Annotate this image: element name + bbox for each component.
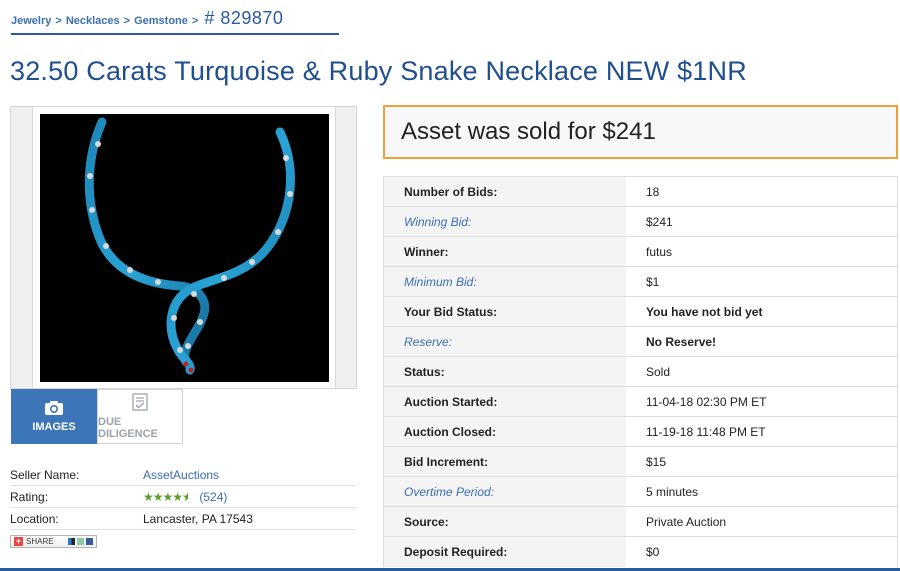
- detail-label: Winning Bid:: [384, 207, 626, 236]
- detail-value: $0: [646, 545, 660, 559]
- breadcrumb-separator: >: [55, 15, 62, 27]
- facebook-icon: [85, 537, 93, 545]
- detail-label: Bid Increment:: [384, 447, 626, 476]
- detail-row: Status: Sold: [383, 357, 898, 387]
- detail-label: Your Bid Status:: [384, 297, 626, 326]
- detail-row: Source: Private Auction: [383, 507, 898, 537]
- image-container: [32, 107, 336, 388]
- detail-value: No Reserve!: [646, 334, 717, 349]
- detail-label: Reserve:: [384, 327, 626, 356]
- detail-row: Number of Bids: 18: [383, 177, 898, 207]
- detail-value: You have not bid yet: [646, 304, 763, 319]
- breadcrumb: Jewelry > Necklaces > Gemstone > # 82987…: [11, 8, 283, 29]
- share-label: SHARE: [26, 536, 54, 546]
- seller-name-link[interactable]: AssetAuctions: [143, 468, 219, 482]
- product-photo[interactable]: [40, 114, 329, 382]
- detail-row: Reserve: No Reserve!: [383, 327, 898, 357]
- detail-value: 11-19-18 11:48 PM ET: [646, 424, 766, 439]
- lot-number: # 829870: [204, 8, 284, 28]
- share-plus-icon: +: [14, 535, 23, 546]
- sold-banner: Asset was sold for $241: [383, 105, 898, 159]
- breadcrumb-underline: [11, 33, 339, 35]
- image-gallery: [10, 106, 357, 389]
- detail-value: $241: [646, 214, 673, 229]
- share-row: + SHARE: [10, 530, 356, 552]
- breadcrumb-gemstone[interactable]: Gemstone: [134, 15, 188, 27]
- detail-label: Status:: [384, 357, 626, 386]
- detail-row: Deposit Required: $0: [383, 537, 898, 567]
- seller-info: Seller Name: AssetAuctions Rating: ★★★★★…: [10, 464, 356, 552]
- detail-label: Winner:: [384, 237, 626, 266]
- detail-row: Bid Increment: $15: [383, 447, 898, 477]
- seller-rating-row: Rating: ★★★★★ (524): [10, 486, 356, 508]
- detail-row: Winning Bid: $241: [383, 207, 898, 237]
- seller-rating-label: Rating:: [10, 489, 49, 504]
- detail-value: Sold: [646, 364, 671, 379]
- detail-value: 11-04-18 02:30 PM ET: [646, 394, 767, 409]
- rating-stars-icon: ★★★★★: [143, 489, 189, 504]
- detail-row: Minimum Bid: $1: [383, 267, 898, 297]
- seller-location-value: Lancaster, PA 17543: [143, 511, 253, 526]
- delicious-icon: [67, 537, 75, 545]
- seller-location-row: Location: Lancaster, PA 17543: [10, 508, 356, 530]
- seller-name-label: Seller Name:: [10, 467, 80, 482]
- detail-row: Overtime Period: 5 minutes: [383, 477, 898, 507]
- detail-value: 18: [646, 184, 660, 199]
- auction-details-table: Number of Bids: 18 Winning Bid: $241 Winner:…: [383, 176, 898, 567]
- detail-label: Deposit Required:: [384, 537, 626, 567]
- detail-row: Your Bid Status: You have not bid yet: [383, 297, 898, 327]
- detail-value: Private Auction: [646, 514, 727, 529]
- tab-images[interactable]: IMAGES: [11, 389, 97, 444]
- detail-row: Auction Started: 11-04-18 02:30 PM ET: [383, 387, 898, 417]
- seller-location-label: Location:: [10, 511, 59, 526]
- breadcrumb-separator: >: [191, 15, 199, 27]
- digg-icon: [76, 537, 84, 545]
- detail-label: Overtime Period:: [384, 477, 626, 506]
- necklace-image: [84, 117, 295, 375]
- tab-due-diligence-label: DUE DILIGENCE: [98, 416, 158, 440]
- detail-row: Winner: futus: [383, 237, 898, 267]
- tab-due-diligence[interactable]: DUE DILIGENCE: [97, 389, 183, 444]
- detail-value: futus: [646, 244, 673, 259]
- detail-value: $15: [646, 454, 667, 469]
- camera-icon: [45, 401, 63, 415]
- detail-label: Auction Closed:: [384, 417, 626, 446]
- breadcrumb-necklaces[interactable]: Necklaces: [66, 15, 120, 27]
- breadcrumb-separator: >: [123, 15, 131, 27]
- detail-label: Source:: [384, 507, 626, 536]
- rating-count-link[interactable]: (524): [199, 490, 227, 504]
- breadcrumb-jewelry[interactable]: Jewelry: [11, 15, 51, 27]
- detail-label: Number of Bids:: [384, 177, 626, 206]
- tab-images-label: IMAGES: [32, 421, 76, 433]
- media-tabs: IMAGES DUE DILIGENCE: [11, 389, 183, 444]
- detail-label: Minimum Bid:: [384, 267, 626, 296]
- checklist-icon: [132, 393, 148, 411]
- share-button[interactable]: + SHARE: [10, 534, 97, 548]
- detail-label: Auction Started:: [384, 387, 626, 416]
- seller-rating: ★★★★★ (524): [143, 490, 227, 504]
- page-title: 32.50 Carats Turquoise & Ruby Snake Neck…: [10, 56, 747, 86]
- detail-value: $1: [646, 274, 660, 289]
- detail-value: 5 minutes: [646, 484, 699, 499]
- detail-row: Auction Closed: 11-19-18 11:48 PM ET: [383, 417, 898, 447]
- seller-name-row: Seller Name: AssetAuctions: [10, 464, 356, 486]
